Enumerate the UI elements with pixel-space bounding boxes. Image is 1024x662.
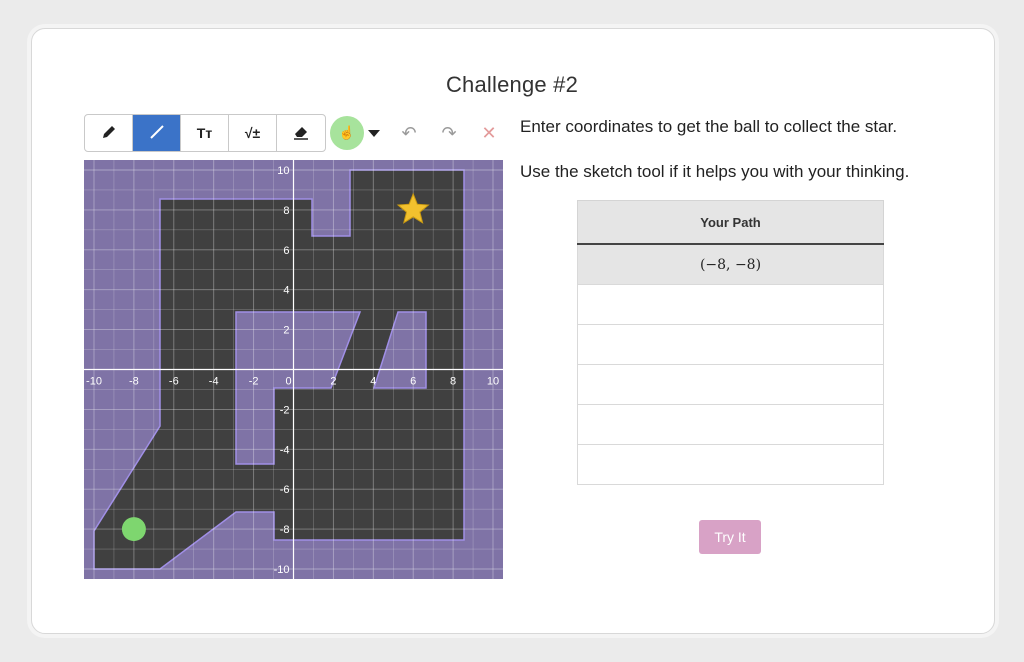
text-icon: Tт <box>196 125 213 141</box>
y-tick-label: -2 <box>280 404 290 416</box>
x-tick-label: -6 <box>169 376 179 388</box>
path-cell[interactable] <box>577 404 884 445</box>
table-row[interactable] <box>577 284 884 325</box>
x-tick-label: 0 <box>285 376 291 388</box>
math-tool-button[interactable]: √± <box>229 115 277 151</box>
line-icon <box>149 124 165 143</box>
x-tick-label: -4 <box>209 376 219 388</box>
y-tick-label: -6 <box>280 484 290 496</box>
path-table: Your Path (−8, −8) <box>577 200 884 485</box>
y-tick-label: 10 <box>277 165 289 177</box>
table-row[interactable] <box>577 324 884 365</box>
eraser-icon <box>292 124 310 143</box>
y-tick-label: 8 <box>283 205 289 217</box>
path-cell[interactable] <box>577 324 884 365</box>
path-cell[interactable] <box>577 364 884 405</box>
x-tick-label: -10 <box>86 376 102 388</box>
x-tick-label: 8 <box>450 376 456 388</box>
y-tick-label: 6 <box>283 245 289 257</box>
x-tick-label: -2 <box>249 376 259 388</box>
sketch-toolbar: Tт √± ☝ ↶ ↷ ✕ <box>84 114 500 152</box>
undo-icon[interactable]: ↶ <box>398 123 420 144</box>
try-it-button[interactable]: Try It <box>699 520 761 554</box>
instruction-line-2: Use the sketch tool if it helps you with… <box>520 162 910 181</box>
table-row[interactable]: (−8, −8) <box>577 243 884 285</box>
path-cell[interactable] <box>577 284 884 325</box>
y-tick-label: -4 <box>280 444 290 456</box>
y-tick-label: 2 <box>283 325 289 337</box>
text-tool-button[interactable]: Tт <box>181 115 229 151</box>
x-tick-label: 10 <box>487 376 499 388</box>
path-cell[interactable]: (−8, −8) <box>577 243 884 285</box>
color-picker-button[interactable]: ☝ <box>330 116 364 150</box>
instruction-line-1: Enter coordinates to get the ball to col… <box>520 117 898 136</box>
ball[interactable] <box>121 517 146 542</box>
x-tick-label: -8 <box>129 376 139 388</box>
tool-group: Tт √± <box>84 114 326 152</box>
table-row[interactable] <box>577 364 884 405</box>
table-row[interactable] <box>577 444 884 485</box>
y-tick-label: -10 <box>274 564 290 576</box>
line-tool-button[interactable] <box>133 115 181 151</box>
x-tick-label: 4 <box>370 376 376 388</box>
pencil-icon <box>101 124 117 143</box>
path-table-header: Your Path <box>577 200 884 245</box>
redo-icon[interactable]: ↷ <box>438 123 460 144</box>
page-title: Challenge #2 <box>445 72 579 97</box>
table-row[interactable] <box>577 404 884 445</box>
pencil-tool-button[interactable] <box>85 115 133 151</box>
clear-icon[interactable]: ✕ <box>478 123 500 144</box>
coordinate-graph[interactable]: -10 -8 -6 -4 -2 0 2 4 6 8 10 10 8 6 4 2 -2 -4 -6 -8 -10 <box>84 160 503 579</box>
y-tick-label: -8 <box>280 524 290 536</box>
eraser-tool-button[interactable] <box>277 115 325 151</box>
path-cell[interactable] <box>577 444 884 485</box>
chevron-down-icon[interactable] <box>368 129 380 137</box>
y-tick-label: 4 <box>283 285 289 297</box>
x-tick-label: 2 <box>330 376 336 388</box>
hand-pointer-icon: ☝ <box>338 125 356 140</box>
x-tick-label: 6 <box>410 376 416 388</box>
math-icon: √± <box>244 125 261 141</box>
